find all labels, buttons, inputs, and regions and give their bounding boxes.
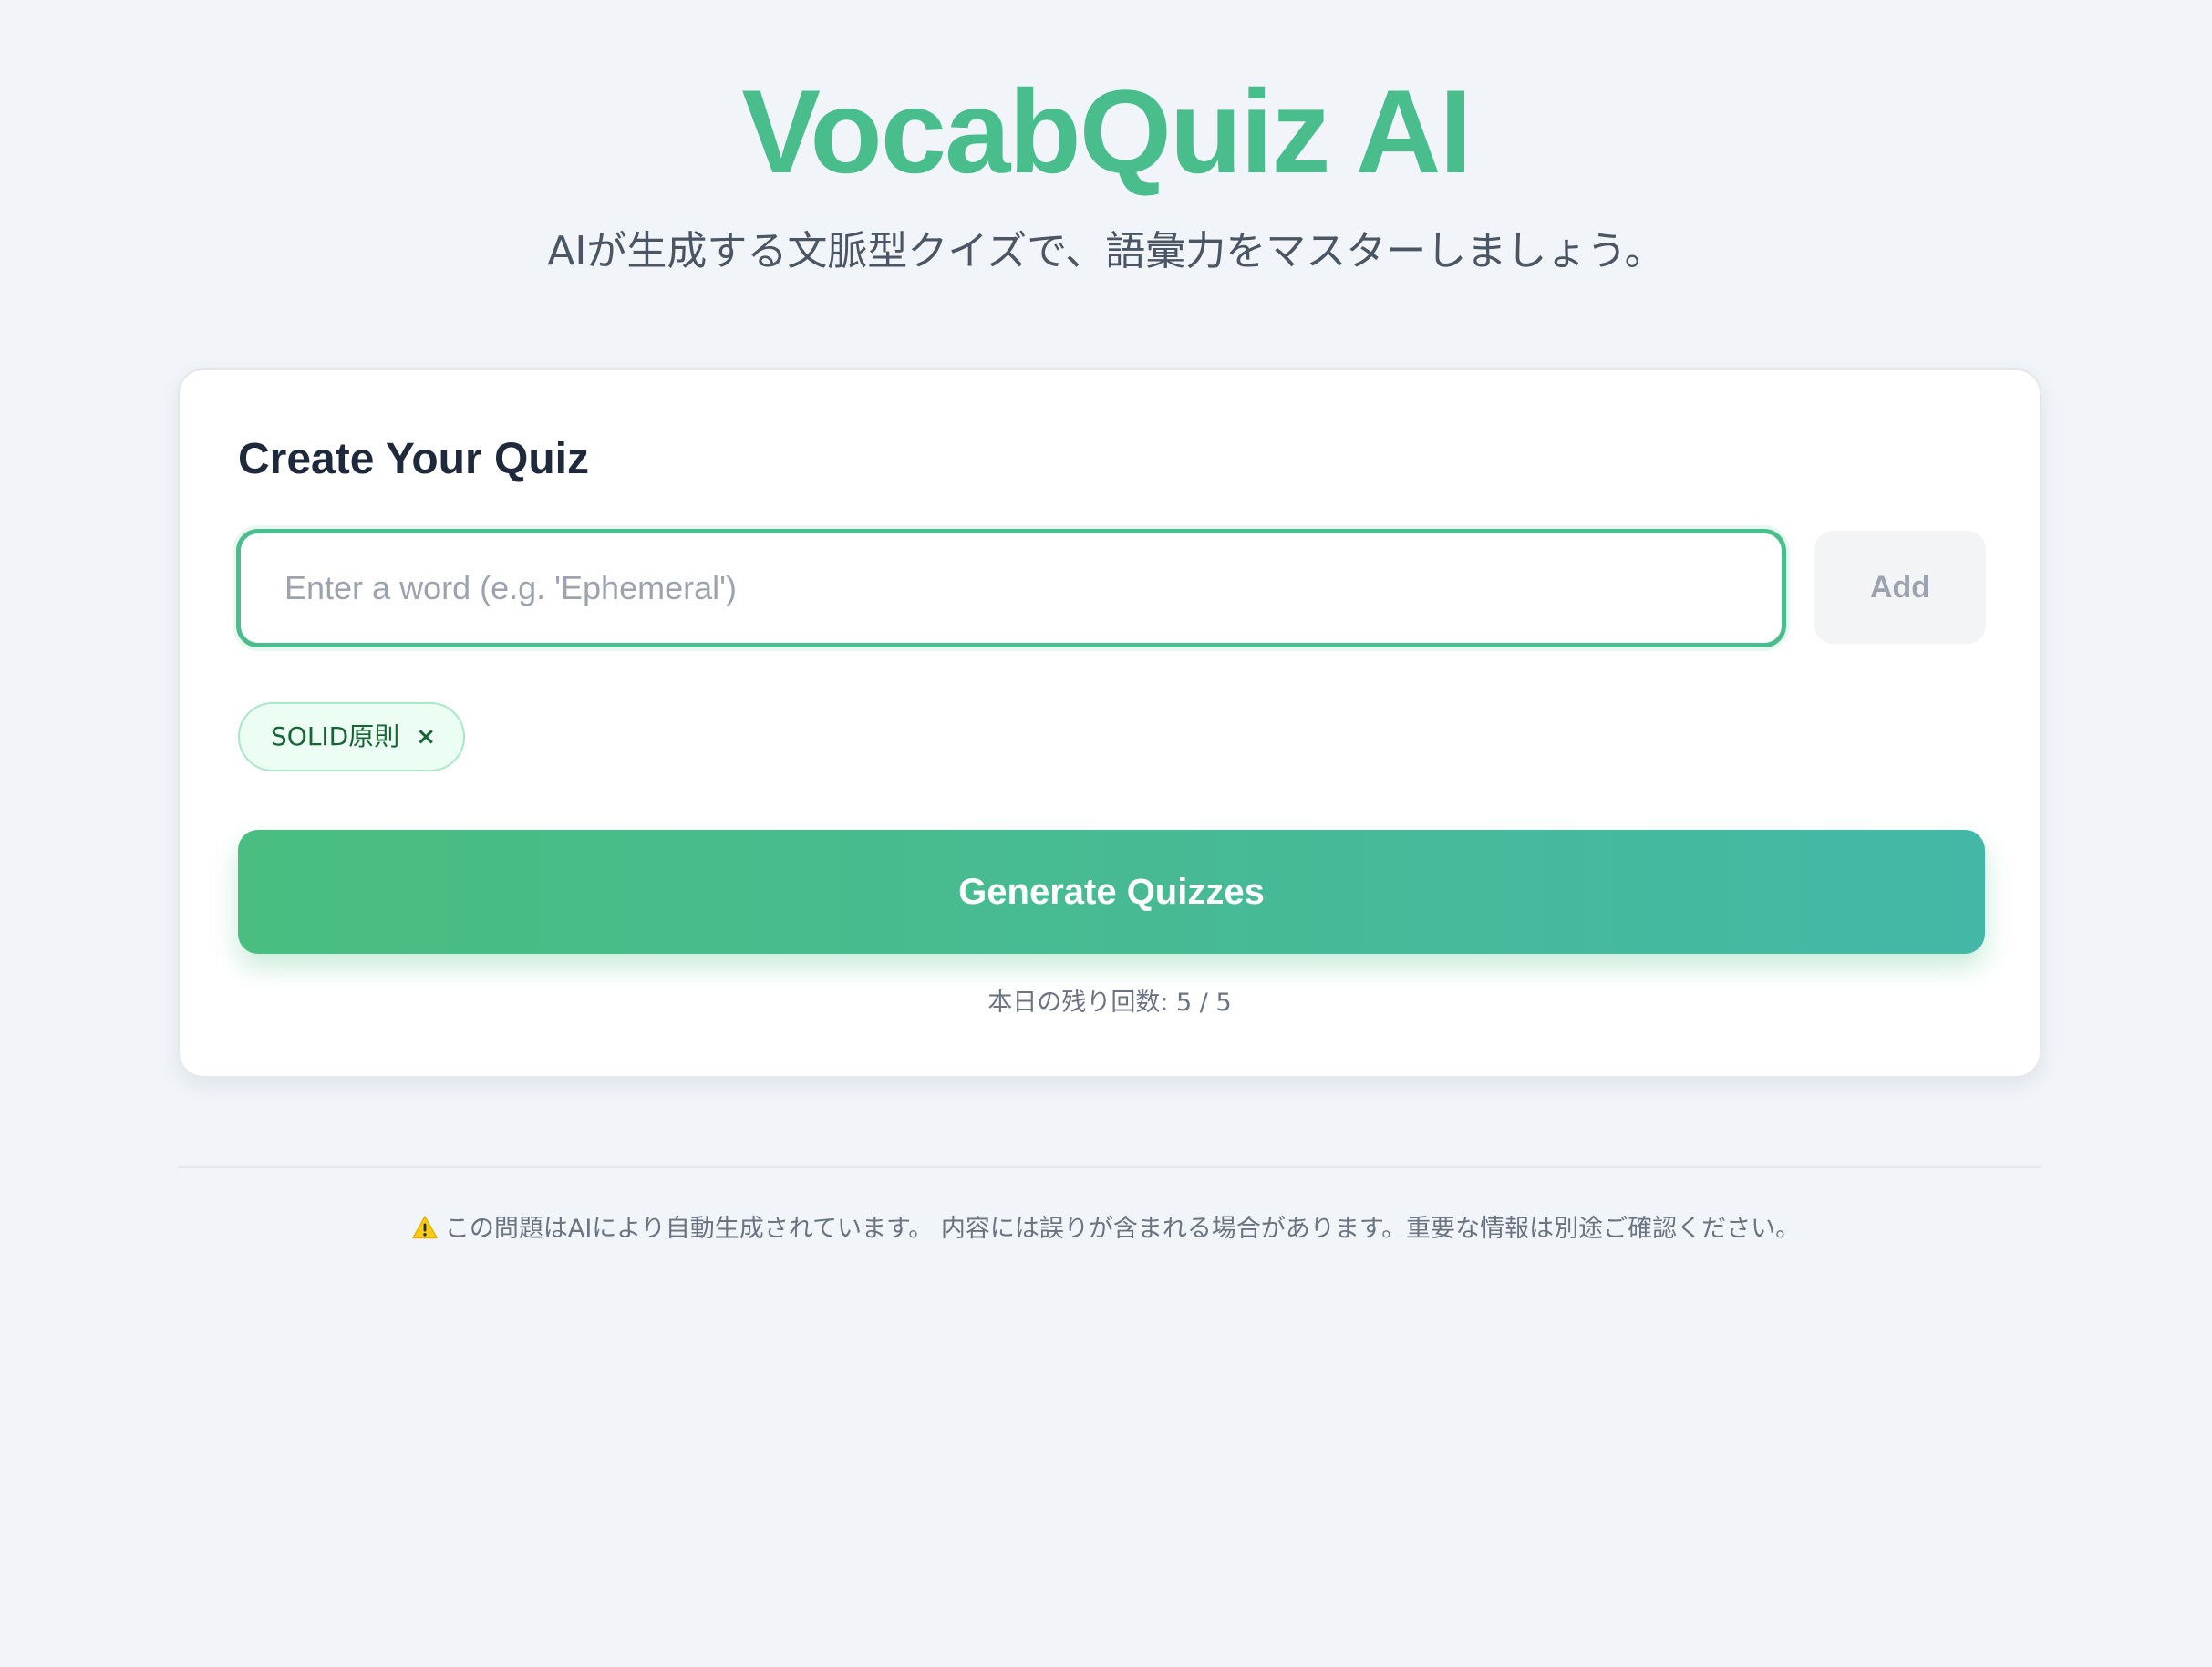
word-input-wrapper <box>236 529 1786 647</box>
add-word-button[interactable]: Add <box>1814 531 1986 644</box>
card-title: Create Your Quiz <box>238 435 589 483</box>
footer-disclaimer: この問題はAIにより自動生成されています。 内容には誤りが含まれる場合があります… <box>0 1213 2212 1246</box>
remove-tag-button[interactable]: × <box>416 720 436 753</box>
app-subtitle: AIが生成する文脈型クイズで、語彙力をマスターしましょう。 <box>547 228 1665 274</box>
warning-icon <box>412 1216 438 1239</box>
quiz-card: Create Your Quiz Add SOLID原則 × Generate … <box>178 368 2041 1078</box>
word-tag-label: SOLID原則 <box>271 721 400 751</box>
word-tag-chip: SOLID原則 × <box>238 702 466 771</box>
remaining-quota-text: 本日の残り回数: 5 / 5 <box>987 989 1232 1017</box>
word-input[interactable] <box>241 533 1782 643</box>
generate-quizzes-button[interactable]: Generate Quizzes <box>238 830 1985 954</box>
page-header: VocabQuiz AI AIが生成する文脈型クイズで、語彙力をマスターしましょ… <box>0 64 2212 277</box>
footer-divider <box>178 1166 2041 1168</box>
app-title: VocabQuiz AI <box>741 65 1472 198</box>
disclaimer-text: この問題はAIにより自動生成されています。 内容には誤りが含まれる場合があります… <box>444 1215 1801 1243</box>
